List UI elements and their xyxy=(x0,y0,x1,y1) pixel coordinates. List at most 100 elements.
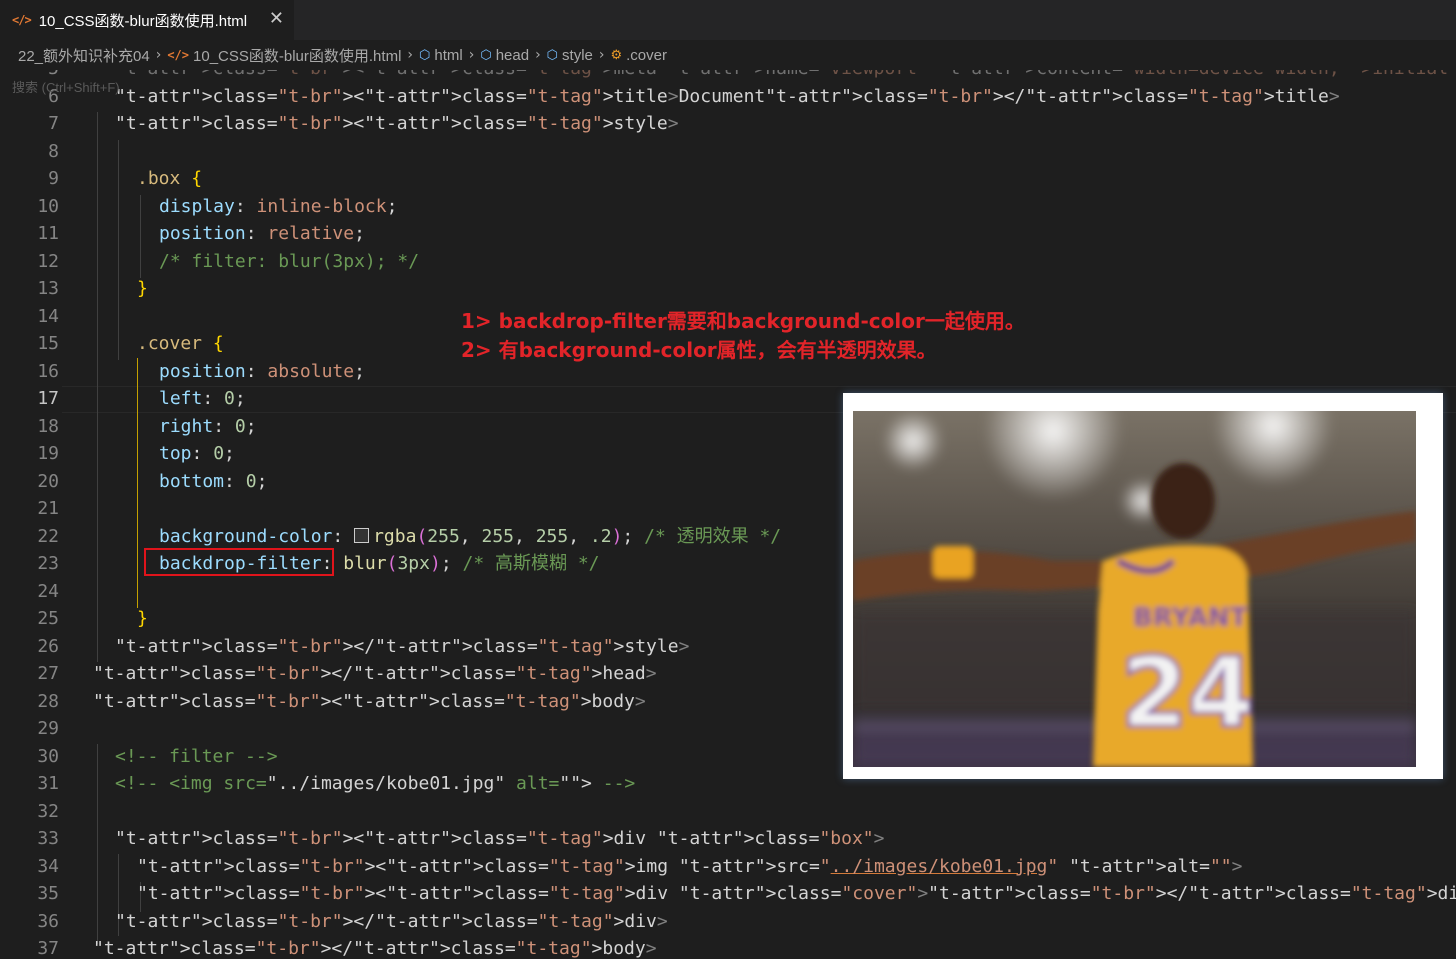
code-text: backdrop-filter: blur(3px); /* 高斯模糊 */ xyxy=(159,553,600,574)
code-text: right: 0; xyxy=(159,415,257,437)
html-file-icon: </> xyxy=(12,13,32,27)
code-text: position: absolute; xyxy=(159,360,365,382)
line-number: 19 xyxy=(37,443,59,464)
code-text: bottom: 0; xyxy=(159,470,268,492)
line-number: 26 xyxy=(37,635,59,657)
code-line[interactable]: 34 "t-attr">class="t-br"><"t-attr">class=… xyxy=(0,853,1456,881)
line-number: 15 xyxy=(37,333,59,354)
code-line[interactable]: 36 "t-attr">class="t-br"></"t-attr">class… xyxy=(0,908,1456,936)
code-text: left: 0; xyxy=(159,388,246,409)
element-icon: ⬡ xyxy=(480,47,492,62)
code-text: "t-attr">class="t-br"><"t-attr">class="t… xyxy=(137,855,1243,877)
code-text: "t-attr">class="t-br"></"t-attr">class="… xyxy=(115,635,690,657)
line-number: 29 xyxy=(37,718,59,739)
code-text: position: relative; xyxy=(159,223,365,244)
breadcrumb: 22_额外知识补充04 › </> 10_CSS函数-blur函数使用.html… xyxy=(0,40,1456,70)
chevron-right-icon: › xyxy=(407,47,414,63)
code-text: } xyxy=(137,278,148,299)
code-text: top: 0; xyxy=(159,443,235,464)
code-line[interactable]: 9 .box { xyxy=(0,165,1456,193)
breadcrumb-style[interactable]: style xyxy=(562,47,593,64)
line-number: 22 xyxy=(37,525,59,547)
code-line[interactable]: 13} xyxy=(0,275,1456,303)
line-number: 10 xyxy=(37,195,59,217)
line-number: 13 xyxy=(37,278,59,299)
search-hint: 搜索 (Ctrl+Shift+F) xyxy=(12,80,120,95)
preview-panel: BRYANT 24 xyxy=(843,393,1443,779)
line-number: 21 xyxy=(37,498,59,519)
code-text: .cover { xyxy=(137,333,224,354)
line-number: 37 xyxy=(37,938,59,959)
line-number: 11 xyxy=(37,223,59,244)
line-number: 23 xyxy=(37,553,59,574)
tab-bar: </> 10_CSS函数-blur函数使用.html ✕ xyxy=(0,0,1456,40)
blurred-photo: BRYANT 24 xyxy=(853,411,1416,767)
code-text: <!-- filter --> xyxy=(115,745,278,767)
jersey-number: 24 xyxy=(1121,637,1255,749)
line-number: 8 xyxy=(48,140,59,162)
color-swatch[interactable] xyxy=(354,527,370,543)
line-number: 32 xyxy=(37,800,59,822)
code-line[interactable]: 8 xyxy=(0,138,1456,166)
code-text: "t-attr">class="t-br"><"t-attr">class="t… xyxy=(115,70,1456,83)
line-number: 9 xyxy=(48,168,59,189)
breadcrumb-head[interactable]: head xyxy=(496,47,529,64)
code-text: background-color: rgba(255, 255, 255, .2… xyxy=(159,525,782,547)
line-number: 27 xyxy=(37,663,59,684)
breadcrumb-html[interactable]: html xyxy=(434,47,462,64)
line-number: 7 xyxy=(48,113,59,134)
line-number: 16 xyxy=(37,360,59,382)
code-text: "t-attr">class="t-br"></"t-attr">class="… xyxy=(93,663,657,684)
line-number: 34 xyxy=(37,855,59,877)
breadcrumb-file[interactable]: 10_CSS函数-blur函数使用.html xyxy=(193,45,401,66)
code-line[interactable]: 12 /* filter: blur(3px); */ xyxy=(0,248,1456,276)
element-icon: ⬡ xyxy=(419,47,431,62)
chevron-right-icon: › xyxy=(535,47,541,63)
element-icon: ⬡ xyxy=(546,47,559,62)
code-line[interactable]: 6 "t-attr">class="t-br"><"t-attr">class="… xyxy=(0,83,1456,111)
selector-icon: ⚙ xyxy=(610,47,623,62)
code-text: "t-attr">class="t-br"></"t-attr">class="… xyxy=(93,938,657,959)
html-file-icon: </> xyxy=(167,48,190,62)
code-line[interactable]: 11 position: relative; xyxy=(0,220,1456,248)
close-icon[interactable]: ✕ xyxy=(269,8,284,29)
code-text: <!-- <img src="../images/kobe01.jpg" alt… xyxy=(115,773,636,794)
annotation-1: 1> backdrop-filter需要和background-color一起使… xyxy=(461,309,1025,333)
line-number: 35 xyxy=(37,883,59,904)
tab-file[interactable]: </> 10_CSS函数-blur函数使用.html ✕ xyxy=(0,0,294,40)
line-number: 24 xyxy=(37,580,59,602)
breadcrumb-folder[interactable]: 22_额外知识补充04 xyxy=(18,45,150,66)
line-number: 12 xyxy=(37,250,59,272)
code-text: "t-attr">class="t-br"><"t-attr">class="t… xyxy=(115,828,885,849)
breadcrumb-cover[interactable]: .cover xyxy=(626,47,667,64)
chevron-right-icon: › xyxy=(155,47,162,63)
code-text: "t-attr">class="t-br"><"t-attr">class="t… xyxy=(115,85,1340,107)
code-line[interactable]: 37 "t-attr">class="t-br"></"t-attr">class… xyxy=(0,935,1456,959)
code-text: .box { xyxy=(137,168,203,189)
jersey-name: BRYANT xyxy=(1133,603,1248,633)
annotation-2: 2> 有background-color属性，会有半透明效果。 xyxy=(461,338,937,362)
line-number: 18 xyxy=(37,415,59,437)
line-number: 31 xyxy=(37,773,59,794)
chevron-right-icon: › xyxy=(598,47,605,63)
code-line[interactable]: 10 display: inline-block; xyxy=(0,193,1456,221)
line-number: 33 xyxy=(37,828,59,849)
code-text: /* filter: blur(3px); */ xyxy=(159,250,420,272)
code-line[interactable]: 35 "t-attr">class="t-br"><"t-attr">class=… xyxy=(0,880,1456,908)
code-text: display: inline-block; xyxy=(159,195,398,217)
line-number: 25 xyxy=(37,608,59,629)
line-number: 30 xyxy=(37,745,59,767)
code-line[interactable]: 32 xyxy=(0,798,1456,826)
code-text: "t-attr">class="t-br"><"t-attr">class="t… xyxy=(93,690,646,712)
tab-title: 10_CSS函数-blur函数使用.html xyxy=(38,12,248,30)
code-text: "t-attr">class="t-br"><"t-attr">class="t… xyxy=(137,883,1456,904)
line-number: 17 xyxy=(37,388,59,409)
code-text: "t-attr">class="t-br"><"t-attr">class="t… xyxy=(115,113,679,134)
code-line[interactable]: 5"t-attr">class="t-br"><"t-attr">class="… xyxy=(0,70,1456,83)
chevron-right-icon: › xyxy=(468,47,475,63)
code-line[interactable]: 7 "t-attr">class="t-br"><"t-attr">class="… xyxy=(0,110,1456,138)
line-number: 28 xyxy=(37,690,59,712)
code-text: "t-attr">class="t-br"></"t-attr">class="… xyxy=(115,910,668,932)
code-text: } xyxy=(137,608,148,629)
code-line[interactable]: 33 "t-attr">class="t-br"><"t-attr">class=… xyxy=(0,825,1456,853)
